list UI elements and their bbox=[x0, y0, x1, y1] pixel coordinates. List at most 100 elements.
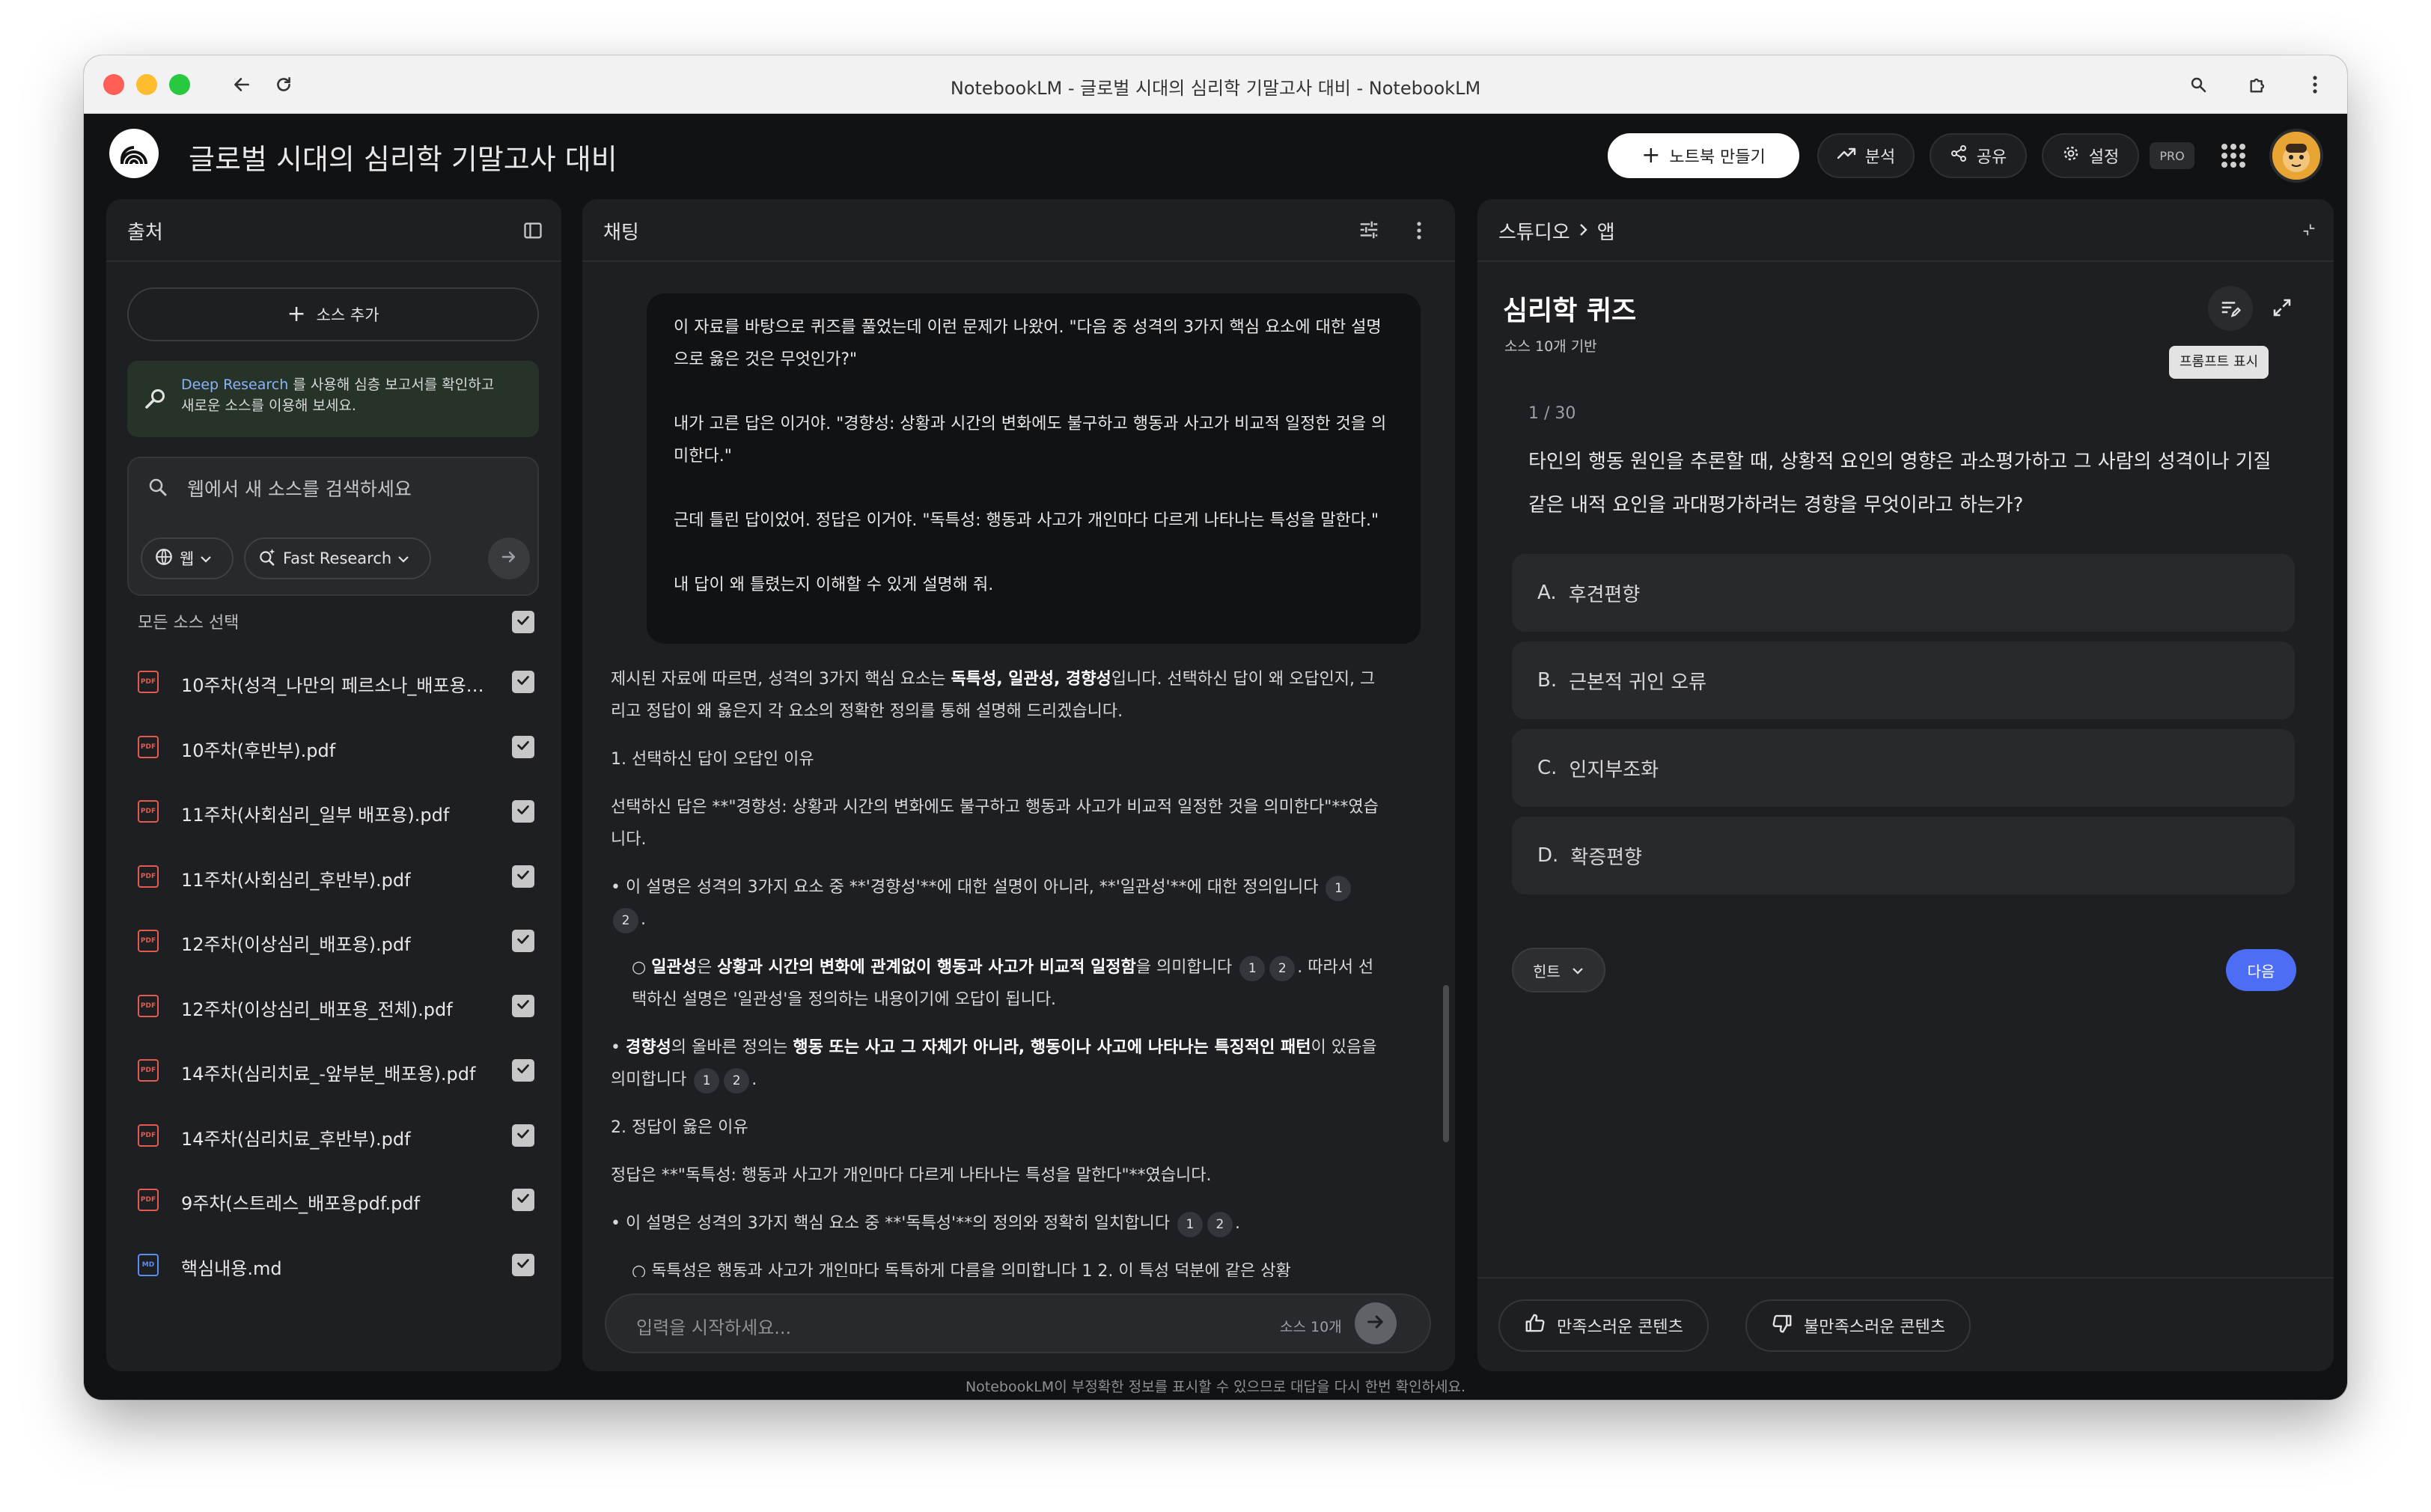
source-checkbox[interactable] bbox=[512, 671, 534, 693]
avatar[interactable] bbox=[2269, 129, 2323, 183]
source-item[interactable]: MD 핵심내용.md bbox=[138, 1243, 542, 1288]
collapse-panel-icon[interactable] bbox=[522, 220, 543, 244]
check-icon bbox=[515, 737, 531, 757]
send-button[interactable] bbox=[1355, 1302, 1397, 1344]
web-search-box: 웹에서 새 소스를 검색하세요 웹 Fast Research bbox=[127, 457, 539, 596]
tooltip: 프롬프트 표시 bbox=[2169, 346, 2269, 379]
breadcrumb-studio[interactable]: 스튜디오 bbox=[1498, 217, 1570, 245]
source-checkbox[interactable] bbox=[512, 930, 534, 952]
share-button[interactable]: 공유 bbox=[1930, 133, 2027, 178]
notebooklm-logo-icon[interactable] bbox=[109, 129, 159, 178]
citation-chip[interactable]: 2 bbox=[724, 1068, 750, 1094]
source-item[interactable]: PDF 14주차(심리치료_후반부).pdf bbox=[138, 1114, 542, 1159]
select-all-checkbox[interactable] bbox=[512, 611, 534, 633]
browser-title: NotebookLM - 글로벌 시대의 심리학 기말고사 대비 - Noteb… bbox=[950, 78, 1481, 99]
citation-chip[interactable]: 1 bbox=[1177, 1212, 1203, 1237]
answer-sub-bullet: ○ 일관성은 상황과 시간의 변화에 관계없이 행동과 사고가 비교적 일정함을… bbox=[611, 951, 1382, 1016]
source-checkbox[interactable] bbox=[512, 994, 534, 1017]
settings-button[interactable]: 설정 bbox=[2042, 133, 2139, 178]
quiz-option[interactable]: A. 후견편향 bbox=[1512, 554, 2295, 632]
source-item[interactable]: PDF 11주차(사회심리_후반부).pdf bbox=[138, 855, 542, 900]
source-item[interactable]: PDF 12주차(이상심리_배포용).pdf bbox=[138, 919, 542, 964]
create-notebook-button[interactable]: + 노트북 만들기 bbox=[1608, 133, 1799, 178]
source-checkbox[interactable] bbox=[512, 735, 534, 758]
web-scope-dropdown[interactable]: 웹 bbox=[141, 537, 234, 579]
analytics-label: 분석 bbox=[1864, 148, 1896, 167]
chevron-down-icon bbox=[1571, 961, 1584, 979]
add-source-button[interactable]: + 소스 추가 bbox=[127, 287, 539, 341]
answer-text: • bbox=[611, 1038, 626, 1057]
zoom-icon[interactable] bbox=[2183, 69, 2214, 100]
citation-chip[interactable]: 2 bbox=[613, 908, 638, 933]
chevron-down-icon bbox=[397, 549, 409, 567]
deep-research-link[interactable]: Deep Research bbox=[181, 377, 288, 393]
tune-icon[interactable] bbox=[1358, 219, 1380, 244]
deep-research-banner: Deep Research 를 사용해 심층 보고서를 확인하고 새로운 소스를… bbox=[127, 361, 539, 437]
quiz-option[interactable]: D. 확증편향 bbox=[1512, 817, 2295, 894]
collapse-icon[interactable] bbox=[2301, 222, 2317, 241]
answer-text: • 이 설명은 성격의 3가지 요소 중 **'경향성'**에 대한 설명이 아… bbox=[611, 878, 1319, 897]
check-icon bbox=[515, 1190, 531, 1210]
search-input[interactable]: 웹에서 새 소스를 검색하세요 bbox=[187, 475, 412, 502]
source-item[interactable]: PDF 11주차(사회심리_일부 배포용).pdf bbox=[138, 790, 542, 835]
fullscreen-icon[interactable] bbox=[2271, 296, 2293, 322]
source-item[interactable]: PDF 10주차(성격_나만의 페르소나_배포용).pdf bbox=[138, 660, 542, 705]
app-window: NotebookLM - 글로벌 시대의 심리학 기말고사 대비 - Noteb… bbox=[84, 55, 2347, 1400]
select-all-label: 모든 소스 선택 bbox=[138, 614, 240, 632]
pdf-file-icon: PDF bbox=[138, 865, 159, 888]
source-checkbox[interactable] bbox=[512, 1059, 534, 1082]
quiz-option[interactable]: B. 근본적 귀인 오류 bbox=[1512, 641, 2295, 719]
thumbs-down-button[interactable]: 불만족스러운 콘텐츠 bbox=[1745, 1299, 1971, 1352]
pdf-file-icon: PDF bbox=[138, 1189, 159, 1211]
citation-chip[interactable]: 1 bbox=[694, 1068, 720, 1094]
source-checkbox[interactable] bbox=[512, 1124, 534, 1147]
research-mode-dropdown[interactable]: Fast Research bbox=[244, 537, 431, 579]
source-checkbox[interactable] bbox=[512, 1253, 534, 1276]
question-counter: 1 / 30 bbox=[1528, 404, 1576, 423]
citation-chip[interactable]: 1 bbox=[1326, 876, 1352, 901]
source-item[interactable]: PDF 9주차(스트레스_배포용pdf.pdf bbox=[138, 1178, 542, 1223]
answer-text: 을 의미합니다 bbox=[1135, 958, 1233, 977]
more-vert-icon[interactable] bbox=[1416, 220, 1422, 244]
citation-chip[interactable]: 2 bbox=[1207, 1212, 1233, 1237]
apps-grid-icon[interactable] bbox=[2221, 144, 2245, 168]
plus-icon: + bbox=[287, 301, 306, 327]
source-item[interactable]: PDF 14주차(심리치료_-앞부분_배포용).pdf bbox=[138, 1049, 542, 1094]
source-checkbox[interactable] bbox=[512, 800, 534, 823]
answer-paragraph: 선택하신 답은 **"경향성: 상황과 시간의 변화에도 불구하고 행동과 사고… bbox=[611, 798, 1379, 849]
option-letter: D. bbox=[1537, 844, 1559, 867]
citation-chip[interactable]: 2 bbox=[1269, 956, 1296, 981]
thumbs-up-button[interactable]: 만족스러운 콘텐츠 bbox=[1498, 1299, 1709, 1352]
analytics-button[interactable]: 분석 bbox=[1817, 133, 1915, 178]
check-icon bbox=[515, 672, 531, 692]
extensions-icon[interactable] bbox=[2242, 69, 2274, 100]
quiz-subtitle: 소스 10개 기반 bbox=[1504, 338, 1597, 355]
source-item[interactable]: PDF 12주차(이상심리_배포용_전체).pdf bbox=[138, 984, 542, 1029]
chat-header: 채팅 bbox=[582, 199, 1455, 262]
pdf-file-icon: PDF bbox=[138, 671, 159, 693]
user-message-p2: 내가 고른 답은 이거야. "경향성: 상황과 시간의 변화에도 불구하고 행동… bbox=[674, 415, 1387, 466]
create-notebook-label: 노트북 만들기 bbox=[1669, 148, 1766, 167]
chat-input[interactable]: 입력을 시작하세요... bbox=[636, 1313, 791, 1339]
disclaimer: NotebookLM이 부정확한 정보를 표시할 수 있으므로 대답을 다시 한… bbox=[965, 1379, 1466, 1395]
browser-menu-icon[interactable] bbox=[2299, 69, 2331, 100]
source-checkbox[interactable] bbox=[512, 1189, 534, 1211]
next-button[interactable]: 다음 bbox=[2226, 949, 2296, 991]
hint-label: 힌트 bbox=[1533, 962, 1561, 981]
answer-heading-2: 2. 정답이 옳은 이유 bbox=[611, 1118, 748, 1137]
citation-chip[interactable]: 1 bbox=[1239, 956, 1266, 981]
edit-prompt-icon[interactable] bbox=[2208, 286, 2253, 331]
answer-bold: 일관성 bbox=[651, 958, 697, 977]
arrow-right-icon bbox=[500, 548, 518, 569]
source-item[interactable]: PDF 10주차(후반부).pdf bbox=[138, 725, 542, 770]
source-checkbox[interactable] bbox=[512, 865, 534, 888]
notebook-title[interactable]: 글로벌 시대의 심리학 기말고사 대비 bbox=[189, 136, 617, 177]
hint-button[interactable]: 힌트 bbox=[1512, 948, 1605, 993]
chat-scrollbar[interactable] bbox=[1443, 985, 1449, 1142]
deep-research-text-2: 새로운 소스를 이용해 보세요. bbox=[181, 397, 356, 414]
quiz-option[interactable]: C. 인지부조화 bbox=[1512, 729, 2295, 807]
thumbs-down-label: 불만족스러운 콘텐츠 bbox=[1804, 1318, 1946, 1337]
source-name: 11주차(사회심리_후반부).pdf bbox=[181, 869, 411, 891]
submit-search-button[interactable] bbox=[488, 537, 530, 579]
option-text: 근본적 귀인 오류 bbox=[1569, 671, 1707, 694]
